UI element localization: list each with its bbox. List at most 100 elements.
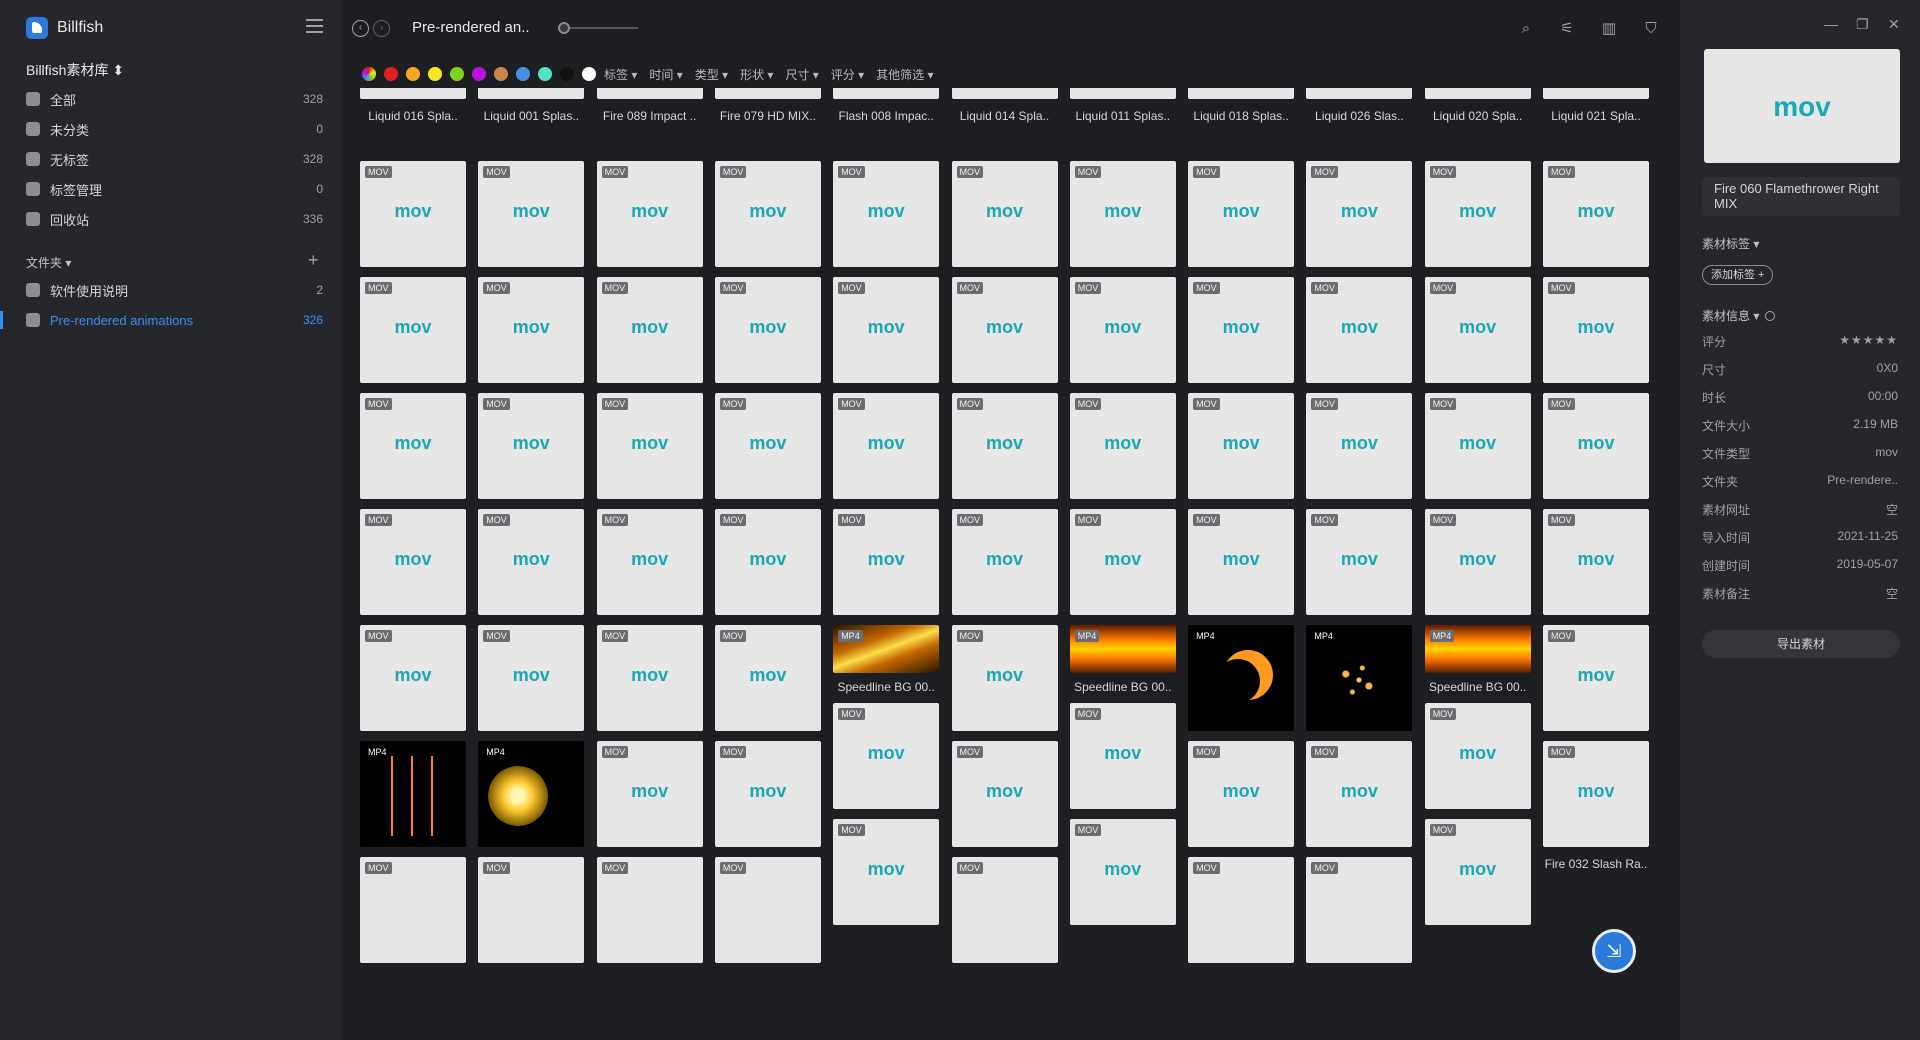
asset-thumbnail[interactable]: MOVmov bbox=[1069, 88, 1176, 99]
color-filter-dot[interactable] bbox=[384, 67, 398, 81]
asset-thumbnail[interactable]: MOVmov bbox=[951, 741, 1058, 847]
asset-thumbnail[interactable]: MOVmov bbox=[1424, 88, 1531, 99]
asset-thumbnail[interactable]: MOVmov bbox=[360, 161, 466, 267]
tags-heading[interactable]: 素材标签 ▾ bbox=[1702, 235, 1759, 252]
asset-thumbnail[interactable]: MOVmov bbox=[951, 509, 1058, 615]
asset-thumbnail[interactable]: MOVmov bbox=[951, 625, 1058, 731]
color-filter-dot[interactable] bbox=[516, 67, 530, 81]
asset-thumbnail[interactable]: MOV bbox=[360, 857, 466, 963]
asset-thumbnail[interactable]: MOVmov bbox=[1424, 509, 1531, 615]
asset-thumbnail[interactable]: MOVmov bbox=[1306, 509, 1413, 615]
asset-thumbnail[interactable]: MOVmov bbox=[1543, 161, 1649, 267]
asset-thumbnail[interactable]: MOVmov bbox=[833, 509, 940, 615]
asset-thumbnail[interactable]: MOV bbox=[1188, 857, 1295, 963]
asset-thumbnail[interactable]: MOVmov bbox=[1543, 277, 1649, 383]
asset-thumbnail[interactable]: MOV bbox=[478, 857, 585, 963]
color-filter-dot[interactable] bbox=[428, 67, 442, 81]
asset-thumbnail[interactable]: MP4 bbox=[360, 741, 466, 847]
color-filter-dot[interactable] bbox=[362, 67, 376, 81]
asset-thumbnail[interactable]: MOVmov bbox=[596, 741, 703, 847]
asset-thumbnail[interactable]: MOVmov bbox=[478, 277, 585, 383]
asset-thumbnail[interactable]: MOVmov bbox=[1069, 703, 1176, 809]
asset-thumbnail[interactable]: MOVmov bbox=[833, 819, 940, 925]
filter-dropdown[interactable]: 时间 ▾ bbox=[649, 66, 682, 83]
forward-icon[interactable]: › bbox=[373, 20, 390, 37]
asset-thumbnail[interactable]: MOV bbox=[951, 857, 1058, 963]
asset-thumbnail[interactable]: MOVmov bbox=[1424, 161, 1531, 267]
library-selector[interactable]: Billfish素材库 ⬍ bbox=[26, 60, 124, 80]
asset-thumbnail[interactable]: MOVmov bbox=[1306, 277, 1413, 383]
asset-thumbnail[interactable]: MOVmov bbox=[951, 161, 1058, 267]
asset-thumbnail[interactable]: MOVmov bbox=[833, 88, 940, 99]
asset-thumbnail[interactable]: MOV bbox=[596, 857, 703, 963]
asset-thumbnail[interactable]: MOVmov bbox=[596, 509, 703, 615]
nav-item[interactable]: 标签管理 0 bbox=[26, 176, 326, 202]
asset-thumbnail[interactable]: MOVmov bbox=[1188, 161, 1295, 267]
asset-thumbnail[interactable]: MOVmov bbox=[714, 741, 821, 847]
layout-icon[interactable]: ▥ bbox=[1600, 20, 1618, 38]
filter-dropdown[interactable]: 形状 ▾ bbox=[740, 66, 773, 83]
filter-dropdown[interactable]: 类型 ▾ bbox=[695, 66, 728, 83]
asset-thumbnail[interactable]: MOVmov bbox=[1424, 703, 1531, 809]
filter-dropdown[interactable]: 尺寸 ▾ bbox=[785, 66, 818, 83]
asset-thumbnail[interactable]: MOVmov bbox=[360, 393, 466, 499]
tshirt-icon[interactable]: ⛉ bbox=[1642, 20, 1660, 38]
asset-thumbnail[interactable]: MOVmov bbox=[714, 88, 821, 99]
asset-thumbnail[interactable]: MOVmov bbox=[1069, 819, 1176, 925]
asset-thumbnail[interactable]: MOVmov bbox=[1069, 393, 1176, 499]
nav-item[interactable]: 未分类 0 bbox=[26, 116, 326, 142]
asset-thumbnail[interactable]: MOVmov bbox=[596, 393, 703, 499]
asset-thumbnail[interactable]: MOVmov bbox=[714, 509, 821, 615]
minimize-icon[interactable]: — bbox=[1824, 16, 1838, 32]
asset-thumbnail[interactable]: MOVmov bbox=[360, 277, 466, 383]
nav-item[interactable]: 回收站 336 bbox=[26, 206, 326, 232]
color-filter-dot[interactable] bbox=[538, 67, 552, 81]
back-icon[interactable]: ‹ bbox=[352, 20, 369, 37]
asset-thumbnail[interactable]: MOVmov bbox=[1306, 88, 1413, 99]
asset-thumbnail[interactable]: MOVmov bbox=[1188, 277, 1295, 383]
link-icon[interactable] bbox=[1765, 311, 1776, 321]
asset-thumbnail[interactable]: MOVmov bbox=[478, 625, 585, 731]
folder-item[interactable]: Pre-rendered animations 326 bbox=[26, 307, 326, 333]
asset-thumbnail[interactable]: MOVmov bbox=[714, 277, 821, 383]
asset-thumbnail[interactable]: MOVmov bbox=[1188, 741, 1295, 847]
asset-thumbnail[interactable]: MOV bbox=[714, 857, 821, 963]
asset-thumbnail[interactable]: MOVmov bbox=[596, 161, 703, 267]
nav-item[interactable]: 无标签 328 bbox=[26, 146, 326, 172]
asset-thumbnail[interactable]: MOVmov bbox=[478, 393, 585, 499]
asset-thumbnail[interactable]: MOVmov bbox=[1306, 161, 1413, 267]
folders-heading[interactable]: 文件夹 ▾ bbox=[26, 254, 71, 271]
slider-knob[interactable] bbox=[558, 22, 570, 34]
asset-name-field[interactable]: Fire 060 Flamethrower Right MIX bbox=[1702, 177, 1900, 216]
color-filter-dot[interactable] bbox=[494, 67, 508, 81]
asset-thumbnail[interactable]: MOVmov bbox=[1069, 277, 1176, 383]
asset-thumbnail[interactable]: MOVmov bbox=[1543, 509, 1649, 615]
asset-thumbnail[interactable]: MOVmov bbox=[1424, 393, 1531, 499]
asset-thumbnail[interactable]: MP4 bbox=[833, 625, 940, 673]
asset-thumbnail[interactable]: MOVmov bbox=[478, 161, 585, 267]
thumbnail-size-slider[interactable] bbox=[558, 22, 638, 34]
color-filter-dot[interactable] bbox=[450, 67, 464, 81]
rating-stars[interactable]: ★★★★★ bbox=[1839, 333, 1898, 350]
search-icon[interactable]: ⌕ bbox=[1517, 20, 1535, 38]
filter-dropdown[interactable]: 评分 ▾ bbox=[831, 66, 864, 83]
asset-thumbnail[interactable]: MP4 bbox=[1188, 625, 1295, 731]
asset-thumbnail[interactable]: MP4 bbox=[478, 741, 585, 847]
asset-thumbnail[interactable]: MOVmov bbox=[1306, 741, 1413, 847]
asset-thumbnail[interactable]: MP4 bbox=[1424, 625, 1531, 673]
asset-thumbnail[interactable]: MOVmov bbox=[1424, 819, 1531, 925]
asset-thumbnail[interactable]: MOVmov bbox=[833, 161, 940, 267]
asset-thumbnail[interactable]: MOVmov bbox=[714, 161, 821, 267]
asset-thumbnail[interactable]: MOVmov bbox=[596, 88, 703, 99]
asset-thumbnail[interactable]: MOVmov bbox=[478, 509, 585, 615]
asset-thumbnail[interactable]: MP4 bbox=[1069, 625, 1176, 673]
asset-thumbnail[interactable]: MOVmov bbox=[1069, 161, 1176, 267]
asset-thumbnail[interactable]: MOV bbox=[1306, 857, 1413, 963]
asset-thumbnail[interactable]: MOVmov bbox=[1188, 509, 1295, 615]
menu-icon[interactable] bbox=[306, 19, 323, 33]
filter-icon[interactable]: ⚟ bbox=[1558, 20, 1576, 38]
color-filter-dot[interactable] bbox=[472, 67, 486, 81]
asset-thumbnail[interactable]: MOVmov bbox=[951, 277, 1058, 383]
close-icon[interactable]: ✕ bbox=[1888, 16, 1900, 33]
maximize-icon[interactable]: ❐ bbox=[1856, 16, 1869, 33]
